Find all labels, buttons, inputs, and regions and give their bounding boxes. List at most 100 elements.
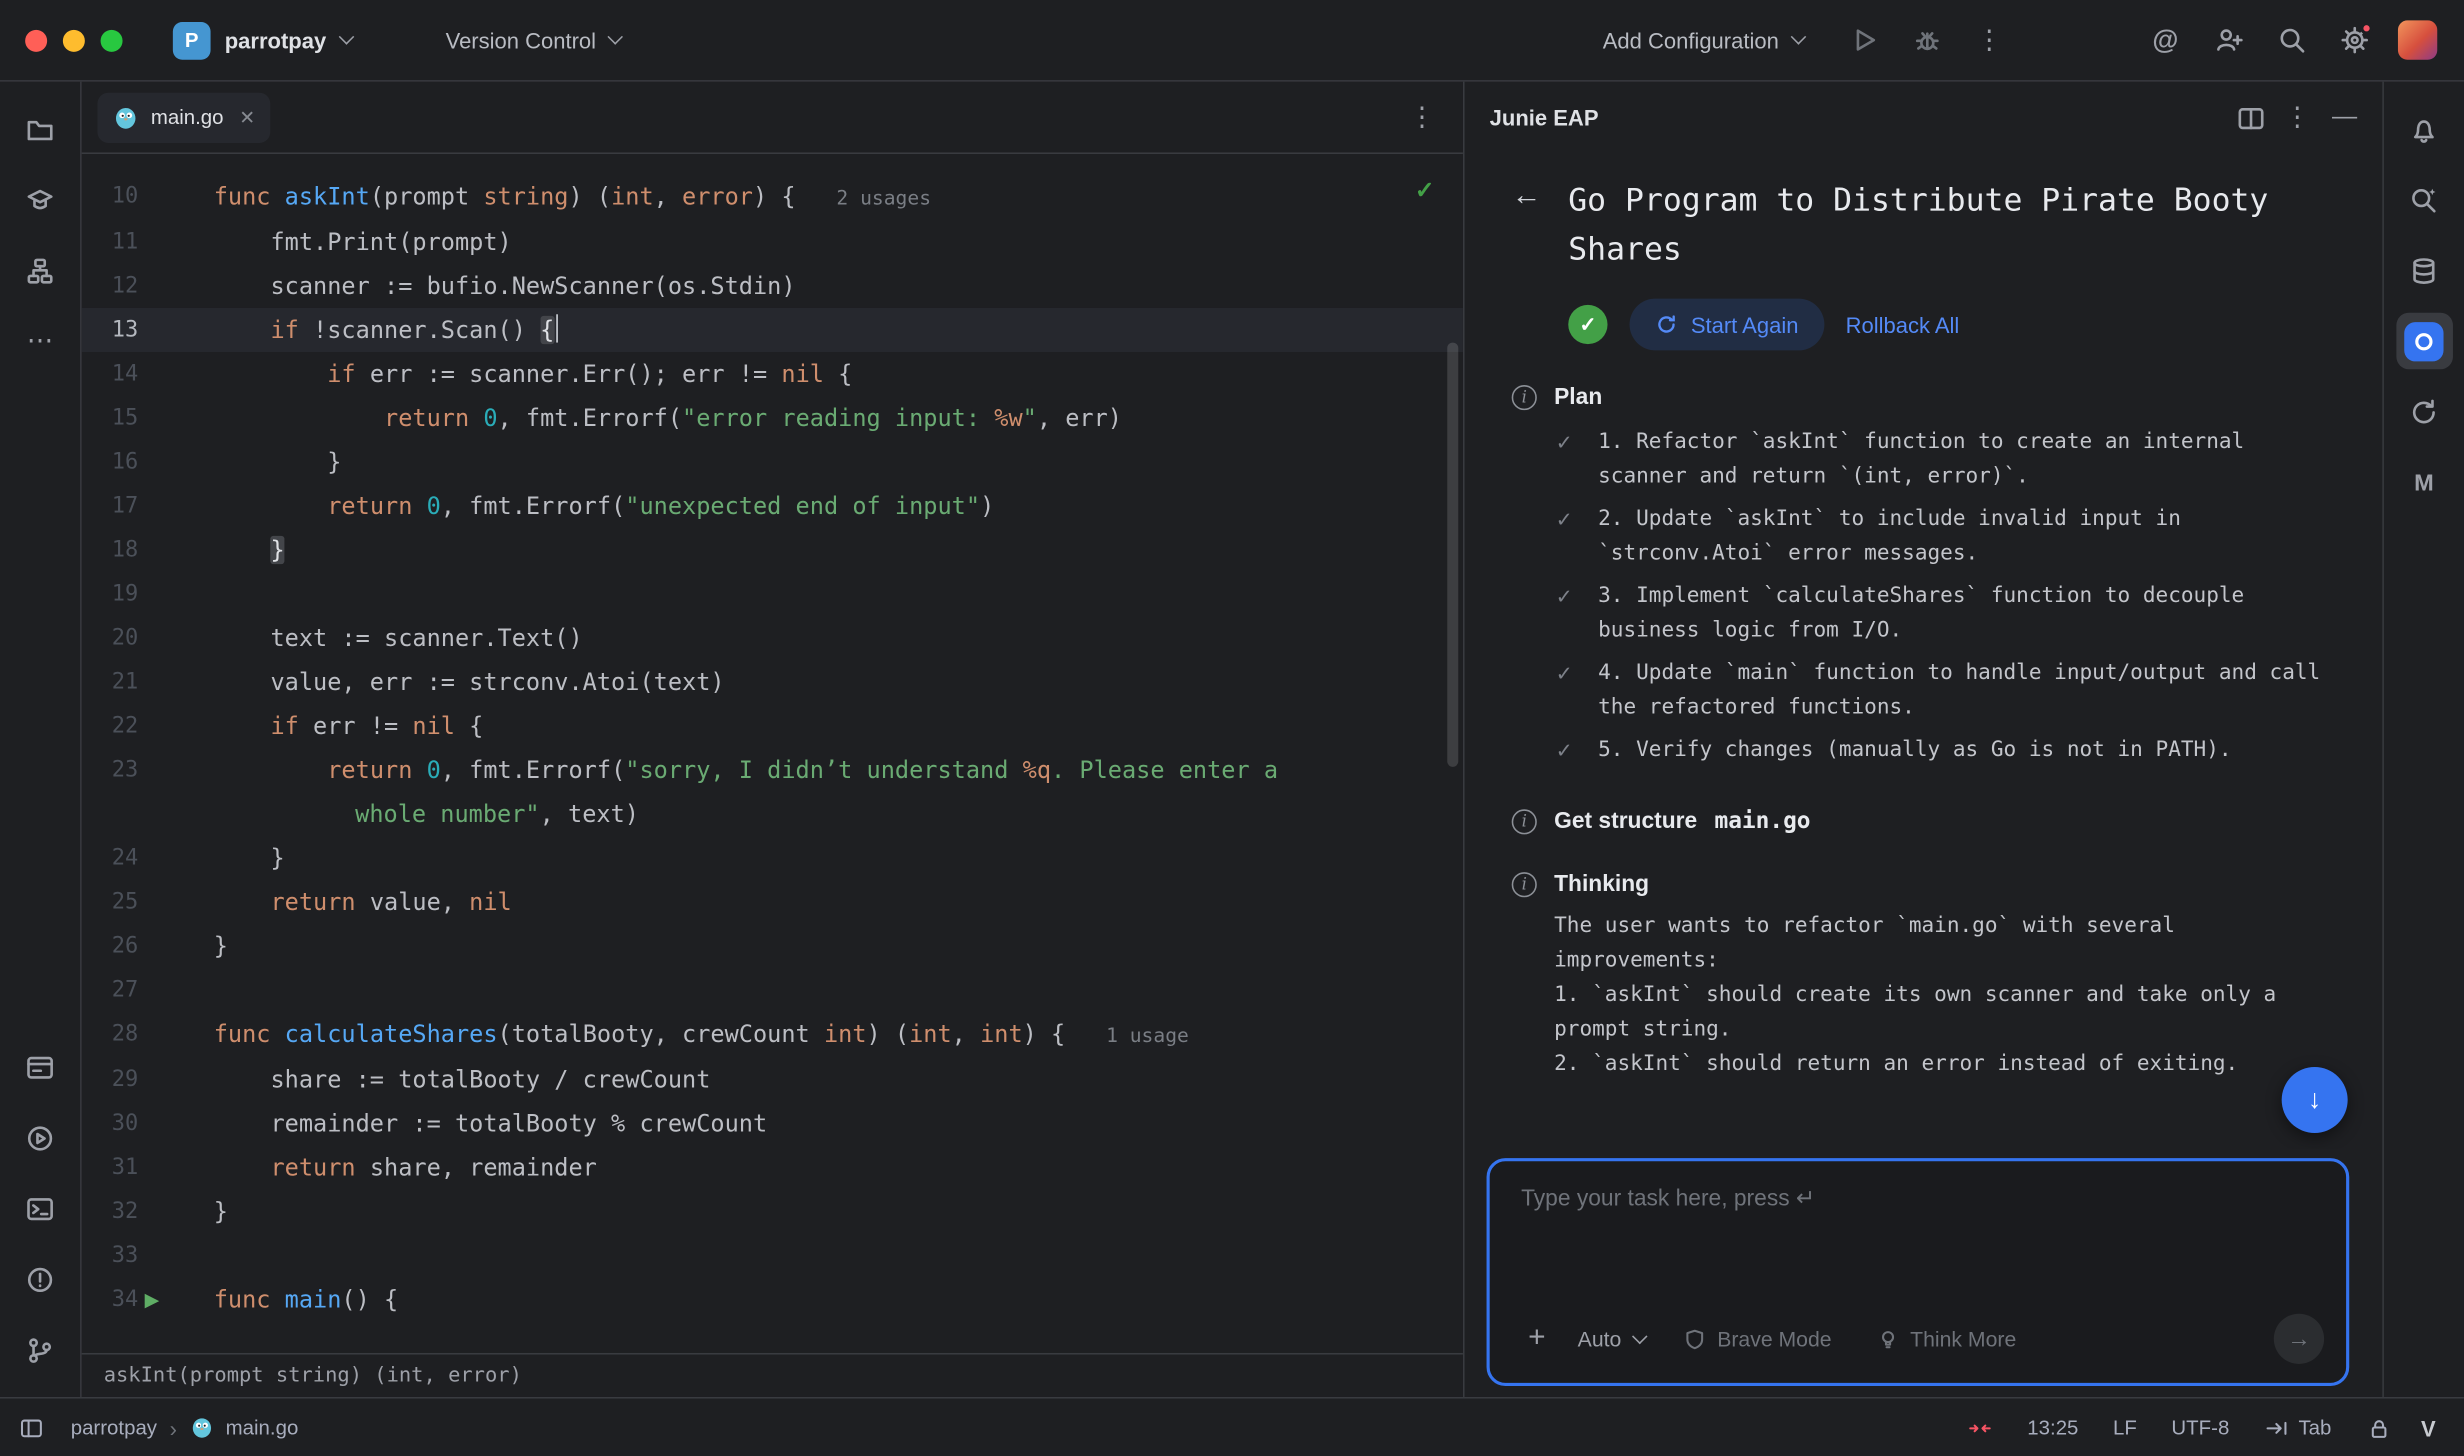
project-toolwindow-button[interactable] — [12, 101, 69, 158]
code-line: 17 return 0, fmt.Errorf("unexpected end … — [82, 484, 1463, 528]
vim-mode-widget[interactable]: V — [2412, 1415, 2446, 1440]
window-controls — [25, 29, 122, 51]
thinking-section-label: Thinking — [1554, 872, 1649, 897]
code-line: 26} — [82, 924, 1463, 968]
scroll-to-bottom-button[interactable]: ↓ — [2282, 1067, 2348, 1133]
right-toolwindow-bar: M — [2382, 82, 2464, 1397]
junie-toolwindow-button[interactable] — [2396, 313, 2453, 370]
code-line: 34▶func main() { — [82, 1278, 1463, 1322]
user-avatar[interactable] — [2392, 15, 2442, 65]
tab-main-go[interactable]: main.go ✕ — [97, 92, 270, 142]
settings-update-badge — [2360, 21, 2373, 34]
zoom-window-button[interactable] — [101, 29, 123, 51]
plan-item: ✓4. Update `main` function to handle inp… — [1556, 657, 2345, 726]
attach-button[interactable]: + — [1515, 1317, 1559, 1361]
database-toolwindow-button[interactable] — [2396, 242, 2453, 299]
editor-scrollbar[interactable] — [1447, 343, 1458, 767]
run-button[interactable] — [1839, 15, 1889, 65]
junie-conversation: ← Go Program to Distribute Pirate Booty … — [1465, 154, 2383, 1149]
makefile-toolwindow-button[interactable]: M — [2396, 454, 2453, 511]
junie-options-button[interactable]: ⋮ — [2275, 96, 2319, 140]
breadcrumb-project[interactable]: parrotpay — [71, 1416, 157, 1440]
editor-options-button[interactable]: ⋮ — [1397, 92, 1447, 142]
vcs-label: Version Control — [446, 27, 596, 52]
vcs-widget[interactable]: Version Control — [446, 27, 622, 52]
close-window-button[interactable] — [25, 29, 47, 51]
task-title: Go Program to Distribute Pirate Booty Sh… — [1568, 176, 2344, 273]
plan-item-text: 2. Update `askInt` to include invalid in… — [1598, 503, 2340, 572]
readonly-toggle[interactable] — [2352, 1415, 2405, 1440]
caret-position-widget[interactable]: 13:25 — [2013, 1416, 2092, 1440]
indent-label: Tab — [2298, 1416, 2331, 1440]
plan-item: ✓1. Refactor `askInt` function to create… — [1556, 426, 2345, 495]
code-line: 19 — [82, 572, 1463, 616]
search-icon — [2276, 25, 2306, 55]
more-actions-button[interactable]: ⋮ — [1964, 15, 2014, 65]
history-icon — [2409, 397, 2439, 427]
go-file-icon — [113, 104, 138, 129]
indent-widget[interactable]: Tab — [2250, 1415, 2346, 1440]
search-everywhere-button[interactable] — [2266, 15, 2316, 65]
more-toolwindows-button[interactable]: ⋯ — [12, 313, 69, 370]
wrap-indicator-icon[interactable] — [1953, 1415, 2006, 1440]
project-name: parrotpay — [225, 27, 326, 52]
run-configuration-selector[interactable]: Add Configuration — [1603, 27, 1804, 52]
bug-icon — [1912, 25, 1942, 55]
toolwindow-toggle-button[interactable] — [19, 1415, 58, 1440]
ai-search-button[interactable] — [2396, 171, 2453, 228]
plan-item-text: 5. Verify changes (manually as Go is not… — [1598, 734, 2231, 769]
bell-icon — [2409, 114, 2439, 144]
plan-item: ✓2. Update `askInt` to include invalid i… — [1556, 503, 2345, 572]
code-line: 33 — [82, 1234, 1463, 1278]
think-more-icon — [1876, 1327, 1900, 1351]
run-window-icon — [25, 1052, 55, 1082]
brave-mode-toggle[interactable]: Brave Mode — [1664, 1327, 1851, 1351]
code-with-me-button[interactable] — [2203, 15, 2253, 65]
terminal-toolwindow-button[interactable] — [12, 1180, 69, 1237]
chevron-down-icon — [1632, 1328, 1648, 1344]
problems-toolwindow-button[interactable] — [12, 1251, 69, 1308]
encoding-widget[interactable]: UTF-8 — [2157, 1416, 2243, 1440]
mode-selector[interactable]: Auto — [1565, 1327, 1657, 1351]
line-ending-widget[interactable]: LF — [2099, 1416, 2151, 1440]
structure-icon — [25, 255, 55, 285]
run-line-icon[interactable]: ▶ — [145, 1278, 160, 1322]
start-again-button[interactable]: Start Again — [1630, 299, 1824, 351]
project-widget[interactable]: P parrotpay — [160, 15, 364, 65]
task-input[interactable] — [1509, 1177, 2328, 1314]
play-icon — [1849, 25, 1879, 55]
get-structure-file: main.go — [1714, 809, 1810, 834]
inspections-ok-icon[interactable]: ✓ — [1415, 176, 1435, 204]
think-more-toggle[interactable]: Think More — [1857, 1327, 2035, 1351]
code-editor[interactable]: 10func askInt(prompt string) (int, error… — [82, 154, 1463, 1353]
plan-item-text: 3. Implement `calculateShares` function … — [1598, 580, 2340, 649]
get-structure-label: Get structure — [1554, 809, 1697, 834]
services-toolwindow-button[interactable] — [12, 1109, 69, 1166]
code-line: 21 value, err := strconv.Atoi(text) — [82, 660, 1463, 704]
run-toolwindow-button[interactable] — [12, 1039, 69, 1096]
notifications-button[interactable] — [2396, 101, 2453, 158]
close-tab-icon[interactable]: ✕ — [239, 106, 255, 128]
back-button[interactable]: ← — [1512, 179, 1547, 273]
think-more-label: Think More — [1910, 1327, 2016, 1351]
code-line: 14 if err := scanner.Err(); err != nil { — [82, 352, 1463, 396]
context-signature: askInt(prompt string) (int, error) — [104, 1364, 522, 1388]
send-button[interactable]: → — [2274, 1314, 2324, 1364]
split-panel-button[interactable] — [2228, 96, 2272, 140]
rollback-all-button[interactable]: Rollback All — [1846, 312, 1960, 337]
code-line: 13 if !scanner.Scan() { — [82, 308, 1463, 352]
start-again-label: Start Again — [1691, 312, 1799, 337]
breadcrumb-file[interactable]: main.go — [226, 1416, 299, 1440]
structure-toolwindow-button[interactable] — [12, 242, 69, 299]
editor-context-bar: askInt(prompt string) (int, error) — [82, 1353, 1463, 1397]
hide-panel-button[interactable]: — — [2323, 96, 2367, 140]
debug-button[interactable] — [1901, 15, 1951, 65]
ai-assistant-button[interactable]: @ — [2140, 15, 2190, 65]
learn-toolwindow-button[interactable] — [12, 171, 69, 228]
minimize-window-button[interactable] — [63, 29, 85, 51]
check-icon: ✓ — [1556, 580, 1578, 649]
history-toolwindow-button[interactable] — [2396, 383, 2453, 440]
settings-button[interactable] — [2329, 15, 2379, 65]
version-control-toolwindow-button[interactable] — [12, 1322, 69, 1379]
plan-item-text: 1. Refactor `askInt` function to create … — [1598, 426, 2340, 495]
